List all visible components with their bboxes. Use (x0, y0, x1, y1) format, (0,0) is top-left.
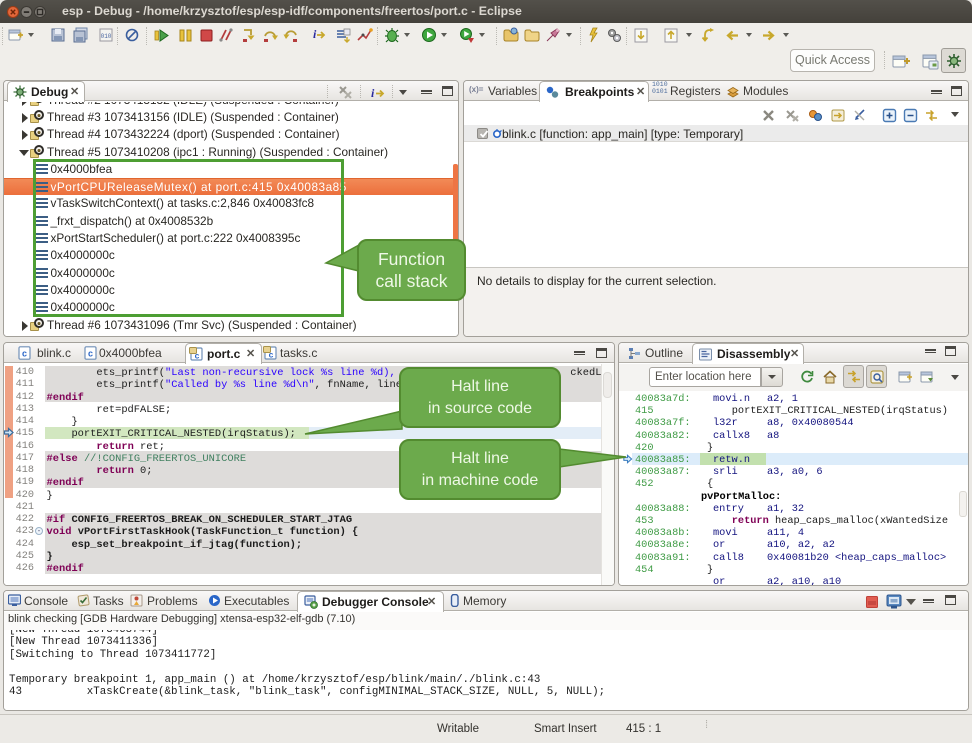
svg-text:c: c (195, 351, 200, 361)
svg-text:c: c (22, 349, 27, 359)
svg-text:c: c (88, 349, 93, 359)
svg-text:i: i (371, 86, 375, 100)
svg-text:c: c (269, 350, 274, 360)
svg-text:i: i (313, 27, 317, 41)
svg-text:010: 010 (101, 33, 112, 40)
